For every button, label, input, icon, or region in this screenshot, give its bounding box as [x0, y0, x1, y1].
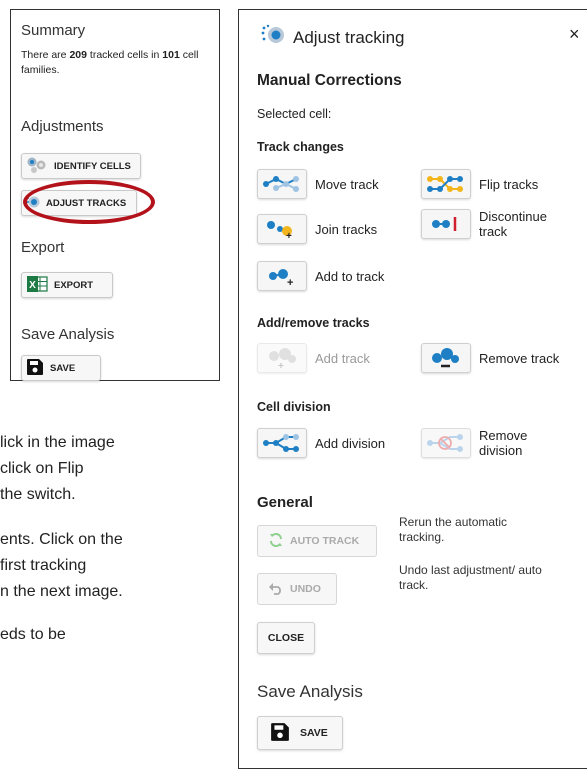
- add-division-button[interactable]: Add division: [257, 428, 385, 458]
- adjust-tracking-panel: Adjust tracking × Manual Corrections Sel…: [238, 9, 587, 769]
- flip-tracks-icon: [421, 169, 471, 199]
- add-division-label: Add division: [315, 435, 386, 451]
- floppy-disk-icon: [270, 722, 290, 745]
- auto-track-description: Rerun the automatic tracking.: [399, 515, 508, 544]
- undo-icon: [268, 581, 284, 598]
- adjustments-heading: Adjustments: [21, 118, 104, 135]
- join-tracks-button[interactable]: + Join tracks: [257, 214, 377, 244]
- save-label: SAVE: [300, 727, 328, 739]
- document-text-line: first tracking: [0, 557, 87, 574]
- manual-corrections-heading: Manual Corrections: [257, 72, 402, 89]
- add-remove-heading: Add/remove tracks: [257, 316, 370, 330]
- export-heading: Export: [21, 239, 65, 256]
- remove-track-icon: [421, 343, 471, 373]
- discontinue-track-icon: [421, 209, 471, 239]
- add-to-track-button[interactable]: + Add to track: [257, 261, 384, 291]
- summary-text: There are 209 tracked cells in 101 cell …: [21, 49, 199, 76]
- discontinue-track-label: Discontinue track: [479, 209, 547, 239]
- panel-title-text: Adjust tracking: [293, 27, 405, 47]
- tracked-count: 209: [69, 49, 87, 61]
- add-track-button[interactable]: + Add track: [257, 343, 370, 373]
- identify-cells-label: IDENTIFY CELLS: [54, 160, 131, 172]
- remove-division-label: Remove division: [479, 428, 528, 458]
- cell-division-heading: Cell division: [257, 400, 331, 414]
- add-track-label: Add track: [315, 350, 370, 366]
- identify-cells-button[interactable]: IDENTIFY CELLS: [21, 153, 141, 179]
- svg-text:+: +: [286, 231, 292, 241]
- remove-division-button[interactable]: Remove division: [421, 428, 571, 458]
- export-button[interactable]: X EXPORT: [21, 272, 113, 298]
- close-icon[interactable]: ×: [569, 24, 580, 45]
- refresh-icon: [268, 532, 284, 551]
- document-text-line: the switch.: [0, 486, 76, 503]
- flip-tracks-label: Flip tracks: [479, 176, 539, 192]
- save-label: SAVE: [50, 362, 76, 374]
- add-to-track-icon: +: [257, 261, 307, 291]
- undo-description: Undo last adjustment/ auto track.: [399, 563, 542, 592]
- save-button[interactable]: SAVE: [257, 716, 343, 750]
- undo-label: UNDO: [290, 583, 321, 595]
- document-text-line: n the next image.: [0, 583, 123, 600]
- add-division-icon: [257, 428, 307, 458]
- track-changes-heading: Track changes: [257, 140, 344, 154]
- family-count: 101: [162, 49, 180, 61]
- export-label: EXPORT: [54, 279, 94, 291]
- undo-button[interactable]: UNDO: [257, 573, 337, 605]
- excel-icon: X: [26, 275, 48, 296]
- move-track-button[interactable]: Move track: [257, 169, 379, 199]
- general-heading: General: [257, 494, 313, 511]
- add-to-track-label: Add to track: [315, 268, 385, 284]
- save-analysis-heading: Save Analysis: [257, 682, 363, 701]
- svg-text:+: +: [278, 361, 284, 370]
- document-text-line: ents. Click on the: [0, 531, 123, 548]
- summary-heading: Summary: [21, 22, 86, 39]
- floppy-disk-icon: [26, 358, 44, 379]
- svg-text:X: X: [29, 280, 36, 291]
- document-text-line: lick in the image: [0, 434, 115, 451]
- svg-text:+: +: [287, 277, 293, 288]
- auto-track-label: AUTO TRACK: [290, 535, 360, 547]
- discontinue-track-button[interactable]: Discontinue track: [421, 209, 571, 239]
- panel-title: Adjust tracking: [261, 24, 405, 51]
- auto-track-button[interactable]: AUTO TRACK: [257, 525, 377, 557]
- save-analysis-heading: Save Analysis: [21, 326, 115, 343]
- close-button[interactable]: CLOSE: [257, 622, 315, 654]
- add-track-icon: +: [257, 343, 307, 373]
- save-button[interactable]: SAVE: [21, 355, 101, 381]
- identify-cells-icon: [26, 156, 48, 177]
- move-track-icon: [257, 169, 307, 199]
- summary-panel: Summary There are 209 tracked cells in 1…: [10, 9, 220, 381]
- move-track-label: Move track: [315, 176, 379, 192]
- remove-division-icon: [421, 428, 471, 458]
- selected-cell-label: Selected cell:: [257, 107, 332, 121]
- adjust-tracks-icon: [261, 24, 285, 51]
- highlight-ellipse: [23, 180, 155, 224]
- join-tracks-icon: +: [257, 214, 307, 244]
- flip-tracks-button[interactable]: Flip tracks: [421, 169, 538, 199]
- join-tracks-label: Join tracks: [315, 221, 378, 237]
- remove-track-button[interactable]: Remove track: [421, 343, 559, 373]
- document-text-line: eds to be: [0, 626, 66, 643]
- remove-track-label: Remove track: [479, 350, 560, 366]
- document-text-line: click on Flip: [0, 460, 84, 477]
